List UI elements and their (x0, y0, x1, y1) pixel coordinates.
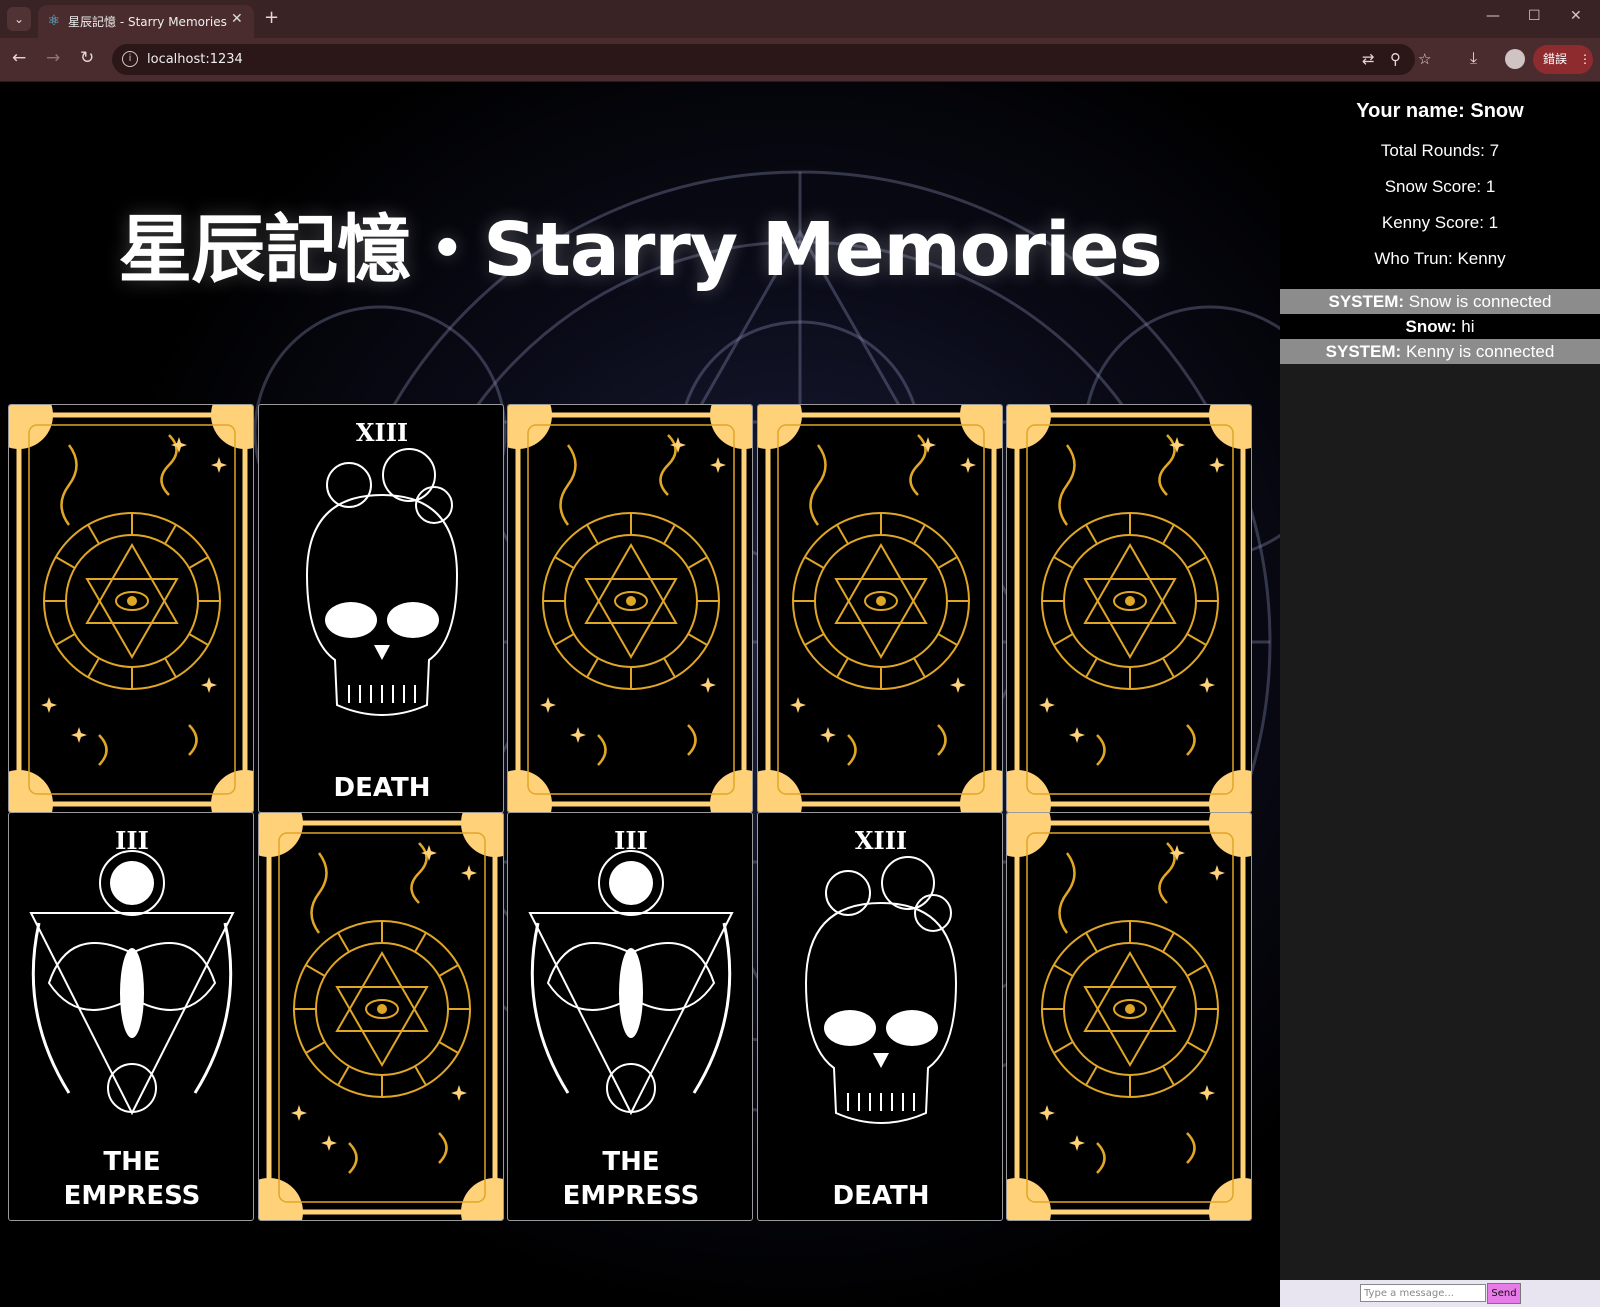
tarot-illustration: XIII DEATH (305, 418, 458, 803)
send-button[interactable]: Send (1487, 1283, 1521, 1304)
kenny-score: Kenny Score: 1 (1381, 213, 1499, 232)
snow-score: Snow Score: 1 (1384, 177, 1496, 196)
card-face-down[interactable] (1006, 812, 1252, 1221)
url-text: localhost:1234 (147, 52, 243, 67)
card-face-down[interactable] (257, 812, 504, 1221)
card-name-line: DEATH (832, 1181, 929, 1211)
tab-search-icon[interactable]: ⌄ (7, 7, 31, 31)
card-face-up[interactable]: III THE EMPRESS (507, 812, 753, 1221)
maximize-icon[interactable]: ☐ (1528, 8, 1541, 24)
card-back-art (508, 405, 752, 812)
card-name-line: THE (602, 1147, 659, 1177)
chat-sender: SYSTEM: (1325, 342, 1402, 361)
chat-sender: SYSTEM: (1328, 292, 1405, 311)
bookmark-star-icon[interactable]: ☆ (1418, 50, 1431, 68)
back-arrow-icon[interactable]: ← (12, 48, 26, 68)
tarot-illustration: XIII DEATH (804, 826, 957, 1211)
forward-arrow-icon[interactable]: → (46, 48, 60, 68)
card-face-down[interactable] (507, 404, 753, 813)
page-title: 星辰記憶・Starry Memories (118, 207, 1162, 293)
reload-icon[interactable]: ↻ (80, 48, 94, 68)
card-face-up[interactable]: XIII DEATH (257, 404, 504, 813)
translate-icon[interactable]: ⇄ (1362, 50, 1375, 68)
game-area: 星辰記憶・Starry Memories XIII DEATH III THE EMPR… (0, 82, 1280, 1307)
react-favicon-icon: ⚛ (47, 13, 61, 29)
total-rounds: Total Rounds: 7 (1380, 141, 1500, 160)
card-face-up[interactable]: XIII DEATH (756, 812, 1003, 1221)
card-name-line: THE (103, 1147, 160, 1177)
profile-error-label: 錯誤 (1543, 52, 1568, 66)
new-tab-icon[interactable]: + (264, 7, 279, 28)
message-input[interactable] (1360, 1284, 1486, 1302)
zoom-icon[interactable]: ⚲ (1390, 50, 1401, 68)
card-back-art (757, 405, 1002, 812)
page-viewport: 星辰記憶・Starry Memories XIII DEATH III THE EMPR… (0, 82, 1600, 1307)
profile-avatar-icon[interactable] (1505, 49, 1525, 69)
chat-log: SYSTEM: Snow is connected Snow: hi SYSTE… (1280, 289, 1600, 364)
close-window-icon[interactable]: ✕ (1570, 8, 1582, 24)
browser-tab-bar: ⌄ ⚛ 星辰記憶 - Starry Memories ✕ + — ☐ ✕ (0, 0, 1600, 38)
chat-text: Snow is connected (1404, 292, 1552, 311)
tab-title: 星辰記憶 - Starry Memories (68, 15, 227, 29)
tarot-illustration: IIITHEEMPRESS (528, 826, 734, 1211)
browser-toolbar: ← → ↻ i localhost:1234 ⇄ ⚲ ☆ ⤓ 錯誤 ⋮ (0, 38, 1600, 82)
card-back-art (1007, 405, 1251, 812)
card-face-down[interactable] (8, 404, 254, 813)
chat-text: hi (1456, 317, 1475, 336)
browser-tab[interactable]: ⚛ 星辰記憶 - Starry Memories ✕ (38, 5, 254, 38)
more-menu-icon[interactable]: ⋮ (1579, 45, 1591, 74)
site-info-icon[interactable]: i (122, 51, 138, 67)
address-bar[interactable]: i localhost:1234 ⇄ ⚲ ☆ (112, 44, 1431, 75)
card-back-art (9, 405, 253, 812)
player-name: Your name: Snow (1356, 100, 1524, 122)
profile-error-button[interactable]: 錯誤 ⋮ (1533, 45, 1593, 74)
chat-composer: Send (1280, 1280, 1600, 1307)
chat-sender: Snow: (1405, 317, 1457, 336)
card-face-up[interactable]: III THE EMPRESS (8, 812, 254, 1221)
card-name-line: EMPRESS (563, 1181, 700, 1211)
card-back-art (1007, 813, 1251, 1220)
tarot-illustration: IIITHEEMPRESS (29, 826, 235, 1211)
chat-message: SYSTEM: Kenny is connected (1280, 339, 1600, 364)
card-numeral: XIII (355, 418, 407, 447)
current-turn: Who Trun: Kenny (1374, 249, 1506, 268)
sidebar: Your name: Snow Total Rounds: 7 Snow Sco… (1280, 82, 1600, 1307)
card-face-down[interactable] (756, 404, 1003, 813)
chat-message: SYSTEM: Snow is connected (1280, 289, 1600, 314)
chat-message: Snow: hi (1280, 314, 1600, 339)
download-icon[interactable]: ⤓ (1470, 48, 1477, 68)
card-name-line: DEATH (333, 773, 430, 803)
card-face-down[interactable] (1006, 404, 1252, 813)
card-numeral: XIII (854, 826, 906, 855)
close-tab-icon[interactable]: ✕ (231, 11, 243, 27)
minimize-icon[interactable]: — (1486, 8, 1500, 24)
scoreboard: Your name: Snow Total Rounds: 7 Snow Sco… (1280, 82, 1600, 289)
card-name-line: EMPRESS (64, 1181, 201, 1211)
card-back-art (258, 813, 503, 1220)
chat-text: Kenny is connected (1401, 342, 1555, 361)
